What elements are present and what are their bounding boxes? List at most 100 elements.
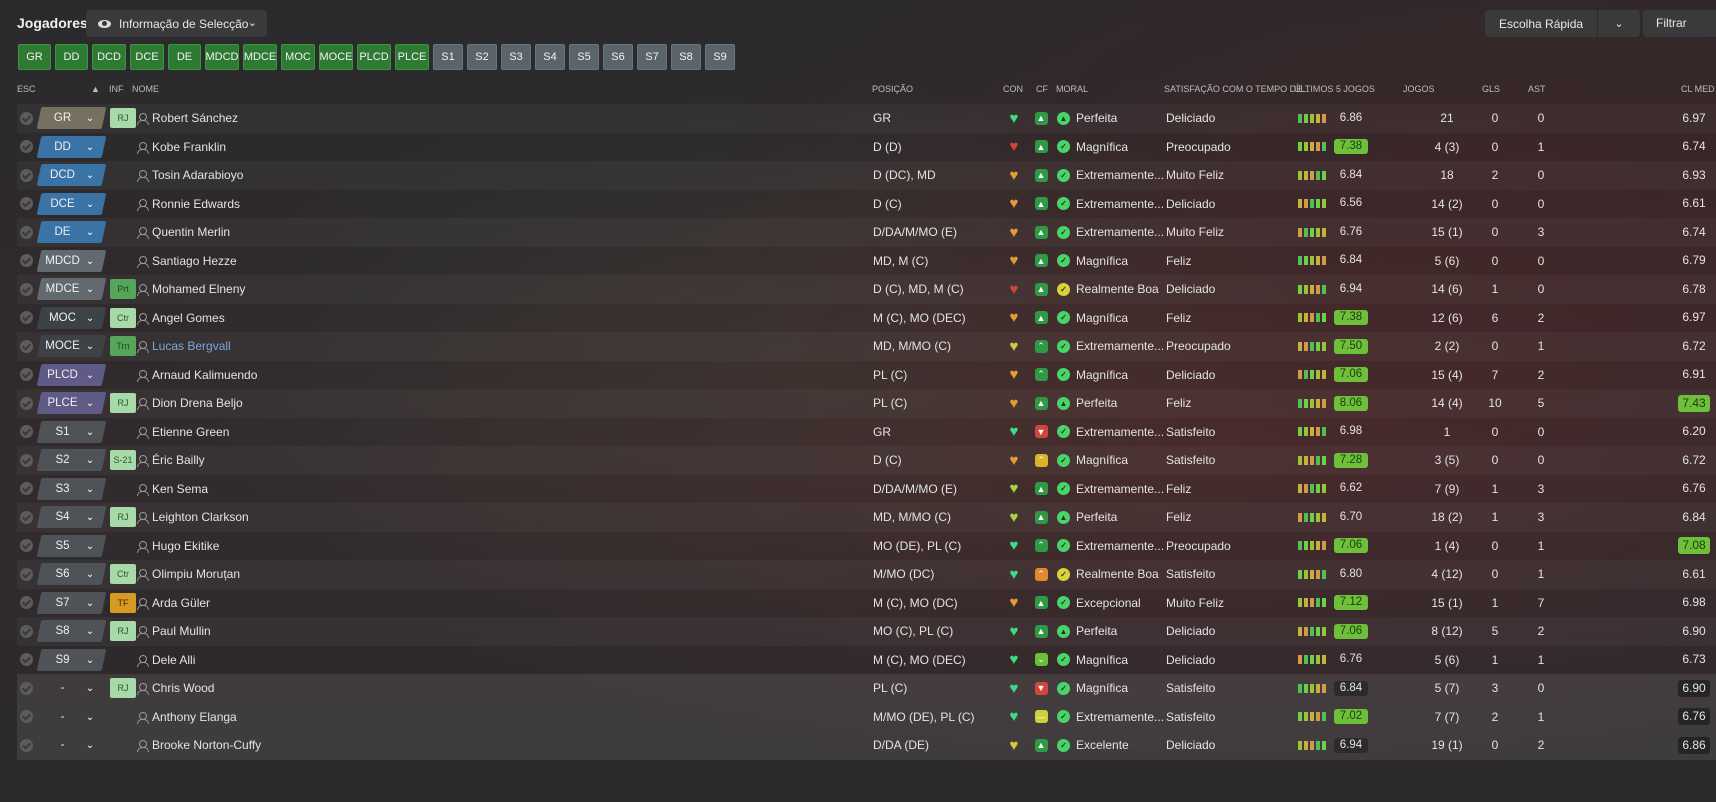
table-row[interactable]: S8 ⌄ RJ Paul Mullin MO (C), PL (C) ♥ ▲ ▲ Perfeit… bbox=[17, 617, 1716, 646]
player-name-cell[interactable]: Tosin Adarabioyo bbox=[137, 161, 837, 190]
position-button-plce[interactable]: PLCE bbox=[395, 44, 429, 70]
table-row[interactable]: MDCE ⌄ Prt Mohamed Elneny D (C), MD, M (C) ♥ ▲… bbox=[17, 275, 1716, 304]
player-name[interactable]: Santiago Hezze bbox=[152, 254, 237, 268]
table-row[interactable]: S2 ⌄ S-21 Éric Bailly D (C) ♥ ⌃ ✓ Magnífica Satis… bbox=[17, 446, 1716, 475]
select-checkbox[interactable] bbox=[20, 589, 34, 618]
table-row[interactable]: PLCD ⌄ Arnaud Kalimuendo PL (C) ♥ ⌃ ✓ Magnífica… bbox=[17, 361, 1716, 390]
player-name-cell[interactable]: Anthony Elanga bbox=[137, 703, 837, 732]
select-checkbox[interactable] bbox=[20, 560, 34, 589]
quick-pick-button[interactable]: Escolha Rápida ⌄ bbox=[1485, 10, 1640, 37]
info-tag[interactable]: Ctr bbox=[110, 564, 136, 585]
select-checkbox[interactable] bbox=[20, 247, 34, 276]
selection-dropdown[interactable]: S7 ⌄ bbox=[36, 589, 107, 618]
selection-dropdown[interactable]: S3 ⌄ bbox=[36, 475, 107, 504]
select-checkbox[interactable] bbox=[20, 418, 34, 447]
select-checkbox[interactable] bbox=[20, 503, 34, 532]
select-checkbox[interactable] bbox=[20, 617, 34, 646]
table-row[interactable]: MOCE ⌄ Trn Lucas Bergvall MD, M/MO (C) ♥ ⌃ ✓ Ext… bbox=[17, 332, 1716, 361]
col-cf[interactable]: CF bbox=[1036, 84, 1048, 94]
player-name[interactable]: Dele Alli bbox=[152, 653, 195, 667]
select-checkbox[interactable] bbox=[20, 304, 34, 333]
table-row[interactable]: PLCE ⌄ RJ Dion Drena Beljo PL (C) ♥ ▲ ▲ Perfeita… bbox=[17, 389, 1716, 418]
player-name[interactable]: Tosin Adarabioyo bbox=[152, 168, 243, 182]
selection-dropdown[interactable]: PLCE ⌄ bbox=[36, 389, 107, 418]
selection-dropdown[interactable]: S8 ⌄ bbox=[36, 617, 107, 646]
position-button-s3[interactable]: S3 bbox=[501, 44, 531, 70]
selection-dropdown[interactable]: S9 ⌄ bbox=[36, 646, 107, 675]
table-row[interactable]: - ⌄ Anthony Elanga M/MO (DE), PL (C) ♥ — ✓ Extr… bbox=[17, 702, 1716, 732]
table-row[interactable]: - ⌄ Brooke Norton-Cuffy D/DA (DE) ♥ ▲ ✓ Excelen… bbox=[17, 731, 1716, 760]
select-checkbox[interactable] bbox=[20, 104, 34, 133]
player-name[interactable]: Robert Sánchez bbox=[152, 111, 238, 125]
col-moral[interactable]: MORAL bbox=[1056, 84, 1088, 94]
col-nome[interactable]: NOME bbox=[132, 84, 159, 94]
select-checkbox[interactable] bbox=[20, 674, 34, 703]
player-name-cell[interactable]: Etienne Green bbox=[137, 418, 837, 447]
player-name[interactable]: Angel Gomes bbox=[152, 311, 225, 325]
position-button-mdcd[interactable]: MDCD bbox=[205, 44, 239, 70]
player-name[interactable]: Olimpiu Moruțan bbox=[152, 567, 240, 581]
player-name[interactable]: Dion Drena Beljo bbox=[152, 396, 243, 410]
selection-dropdown[interactable]: PLCD ⌄ bbox=[36, 361, 107, 390]
select-checkbox[interactable] bbox=[20, 475, 34, 504]
table-row[interactable]: DD ⌄ Kobe Franklin D (D) ♥ ▲ ✓ Magnífica Preocup… bbox=[17, 133, 1716, 162]
selection-dropdown[interactable]: - ⌄ bbox=[39, 731, 104, 760]
player-name-cell[interactable]: Arda Güler bbox=[137, 589, 837, 618]
player-name[interactable]: Etienne Green bbox=[152, 425, 229, 439]
player-name[interactable]: Ken Sema bbox=[152, 482, 208, 496]
info-tag[interactable]: Ctr bbox=[110, 307, 136, 328]
select-checkbox[interactable] bbox=[20, 332, 34, 361]
position-button-s1[interactable]: S1 bbox=[433, 44, 463, 70]
info-tag[interactable]: RJ bbox=[110, 507, 136, 528]
col-esc[interactable]: ESC bbox=[17, 84, 36, 94]
player-name[interactable]: Hugo Ekitike bbox=[152, 539, 219, 553]
selection-dropdown[interactable]: - ⌄ bbox=[39, 674, 104, 703]
selection-dropdown[interactable]: S6 ⌄ bbox=[36, 560, 107, 589]
view-dropdown[interactable]: Informação de Selecção ⌄ bbox=[86, 10, 267, 37]
player-name[interactable]: Mohamed Elneny bbox=[152, 282, 245, 296]
position-button-s8[interactable]: S8 bbox=[671, 44, 701, 70]
position-button-plcd[interactable]: PLCD bbox=[357, 44, 391, 70]
table-row[interactable]: S3 ⌄ Ken Sema D/DA/M/MO (E) ♥ ▲ ✓ Extremamente.… bbox=[17, 475, 1716, 504]
selection-dropdown[interactable]: - ⌄ bbox=[39, 703, 104, 732]
position-button-mdce[interactable]: MDCE bbox=[243, 44, 277, 70]
col-ultimos[interactable]: ÚLTIMOS 5 JOGOS bbox=[1294, 84, 1375, 94]
player-name-cell[interactable]: Ronnie Edwards bbox=[137, 190, 837, 219]
player-name-cell[interactable]: Chris Wood bbox=[137, 674, 837, 703]
player-name[interactable]: Ronnie Edwards bbox=[152, 197, 240, 211]
filter-button[interactable]: Filtrar bbox=[1643, 10, 1716, 37]
col-posicao[interactable]: POSIÇÃO bbox=[872, 84, 913, 94]
position-button-s9[interactable]: S9 bbox=[705, 44, 735, 70]
table-row[interactable]: MOC ⌄ Ctr Angel Gomes M (C), MO (DEC) ♥ ▲ ✓ Magn… bbox=[17, 304, 1716, 333]
player-name-cell[interactable]: Mohamed Elneny bbox=[137, 275, 837, 304]
selection-dropdown[interactable]: MOC ⌄ bbox=[36, 304, 107, 333]
select-checkbox[interactable] bbox=[20, 190, 34, 219]
position-button-dd[interactable]: DD bbox=[55, 44, 88, 70]
position-button-dce[interactable]: DCE bbox=[130, 44, 164, 70]
col-ast[interactable]: AST bbox=[1528, 84, 1546, 94]
table-row[interactable]: DE ⌄ Quentin Merlin D/DA/M/MO (E) ♥ ▲ ✓ Extrema… bbox=[17, 218, 1716, 247]
player-name-cell[interactable]: Dele Alli bbox=[137, 646, 837, 675]
table-row[interactable]: - ⌄ RJ Chris Wood PL (C) ♥ ▼ ✓ Magnífica Satisfei… bbox=[17, 674, 1716, 703]
player-name[interactable]: Quentin Merlin bbox=[152, 225, 230, 239]
player-name-cell[interactable]: Éric Bailly bbox=[137, 446, 837, 475]
table-row[interactable]: S5 ⌄ Hugo Ekitike MO (DE), PL (C) ♥ ⌃ ✓ Extrema… bbox=[17, 532, 1716, 561]
player-name[interactable]: Chris Wood bbox=[152, 681, 214, 695]
select-checkbox[interactable] bbox=[20, 275, 34, 304]
selection-dropdown[interactable]: MDCE ⌄ bbox=[36, 275, 107, 304]
select-checkbox[interactable] bbox=[20, 703, 34, 732]
player-name-cell[interactable]: Leighton Clarkson bbox=[137, 503, 837, 532]
chevron-down-icon[interactable]: ⌄ bbox=[1598, 17, 1640, 30]
player-name-cell[interactable]: Santiago Hezze bbox=[137, 247, 837, 276]
position-button-s7[interactable]: S7 bbox=[637, 44, 667, 70]
info-tag[interactable]: RJ bbox=[110, 678, 136, 699]
select-checkbox[interactable] bbox=[20, 731, 34, 760]
player-name[interactable]: Paul Mullin bbox=[152, 624, 211, 638]
table-row[interactable]: GR ⌄ RJ Robert Sánchez GR ♥ ▲ ▲ Perfeita Deliciad… bbox=[17, 104, 1716, 133]
selection-dropdown[interactable]: DD ⌄ bbox=[36, 133, 107, 162]
player-name-cell[interactable]: Hugo Ekitike bbox=[137, 532, 837, 561]
select-checkbox[interactable] bbox=[20, 161, 34, 190]
player-name[interactable]: Anthony Elanga bbox=[152, 710, 237, 724]
col-satisfacao[interactable]: SATISFAÇÃO COM O TEMPO DE... bbox=[1164, 84, 1310, 94]
info-tag[interactable]: Prt bbox=[110, 279, 136, 300]
